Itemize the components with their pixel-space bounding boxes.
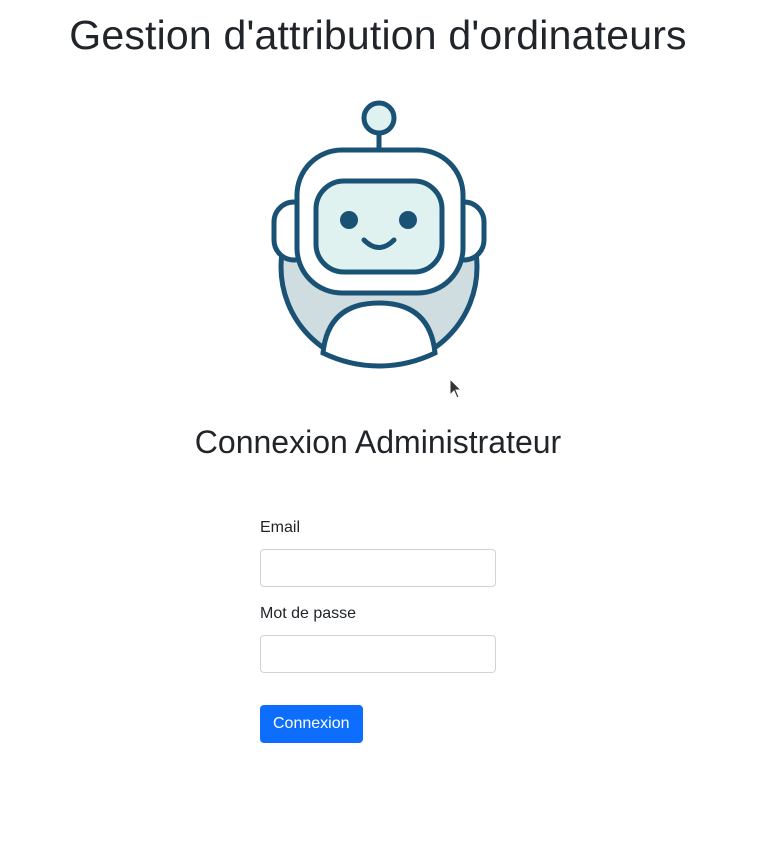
login-form: Email Mot de passe Connexion [260,516,496,743]
password-group: Mot de passe [260,602,496,673]
email-group: Email [260,516,496,587]
password-label: Mot de passe [260,605,357,622]
login-button[interactable]: Connexion [260,705,363,743]
robot-icon [271,100,487,369]
login-title: Connexion Administrateur [194,424,562,460]
password-field[interactable] [260,635,496,673]
email-field[interactable] [260,549,496,587]
page-title: Gestion d'attribution d'ordinateurs [69,12,687,58]
email-label: Email [260,519,301,536]
mouse-cursor-icon [449,378,463,399]
